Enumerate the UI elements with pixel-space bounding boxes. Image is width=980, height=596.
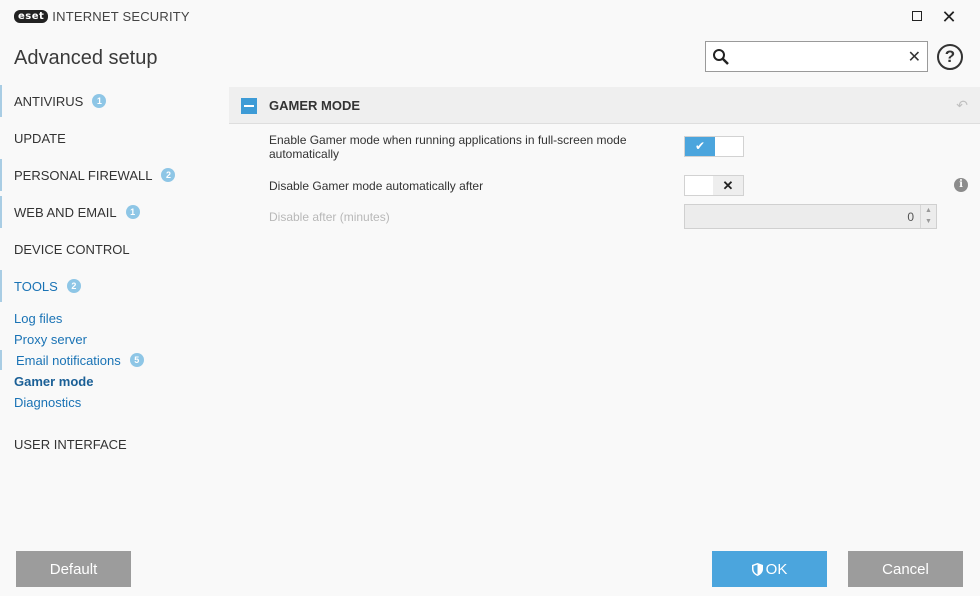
cancel-button[interactable]: Cancel: [848, 551, 963, 587]
button-label: OK: [765, 560, 788, 578]
eset-logo-badge: eset: [14, 10, 49, 23]
button-label: Default: [49, 560, 98, 578]
close-icon[interactable]: ✕: [938, 6, 960, 28]
button-label: Cancel: [882, 560, 929, 578]
maximize-icon[interactable]: [906, 6, 928, 28]
notification-badge: 1: [125, 205, 140, 219]
section-title: GAMER MODE: [269, 98, 360, 113]
sidebar-item-label: WEB AND EMAIL: [14, 204, 117, 220]
sidebar-item-web-and-email[interactable]: WEB AND EMAIL 1: [0, 196, 229, 228]
shield-icon: [751, 562, 763, 576]
enable-gamer-mode-label: Enable Gamer mode when running applicati…: [269, 133, 627, 161]
sidebar-subitem-diagnostics[interactable]: Diagnostics: [14, 392, 81, 412]
sidebar-item-label: DEVICE CONTROL: [14, 241, 130, 257]
sidebar-item-personal-firewall[interactable]: PERSONAL FIREWALL 2: [0, 159, 229, 191]
title-bar: eset INTERNET SECURITY ✕: [0, 0, 980, 34]
clear-search-icon[interactable]: ✕: [908, 47, 921, 67]
stepper-value: 0: [907, 210, 914, 224]
info-icon[interactable]: i: [954, 178, 968, 192]
disable-automatically-toggle[interactable]: ✕: [684, 175, 744, 196]
search-icon: [713, 49, 729, 65]
sidebar-item-label: PERSONAL FIREWALL: [14, 167, 153, 183]
checkmark-icon: ✔: [685, 137, 715, 156]
ok-button[interactable]: OK: [712, 551, 827, 587]
stepper-arrows-icon[interactable]: ▲ ▼: [920, 205, 936, 228]
sidebar-subitem-proxy-server[interactable]: Proxy server: [14, 329, 87, 349]
product-name: INTERNET SECURITY: [52, 9, 190, 24]
sidebar-item-label: ANTIVIRUS: [14, 93, 84, 109]
sidebar-item-label: TOOLS: [14, 278, 58, 294]
collapse-icon[interactable]: [241, 98, 257, 114]
notification-badge: 2: [66, 279, 81, 293]
disable-automatically-label: Disable Gamer mode automatically after: [269, 179, 484, 193]
sidebar-item-user-interface[interactable]: USER INTERFACE: [0, 428, 229, 460]
revert-icon[interactable]: ↶: [956, 97, 968, 114]
label-line: Enable Gamer mode when running applicati…: [269, 133, 627, 147]
app-logo: eset INTERNET SECURITY: [14, 9, 190, 24]
sidebar-subitem-label: Email notifications: [16, 352, 121, 368]
help-icon[interactable]: ?: [937, 44, 963, 70]
sidebar-subitem-label: Gamer mode: [14, 373, 94, 389]
sidebar-subitem-label: Log files: [14, 310, 63, 326]
disable-after-stepper[interactable]: 0 ▲ ▼: [684, 204, 937, 229]
sidebar-item-device-control[interactable]: DEVICE CONTROL: [0, 233, 229, 265]
sidebar-subitem-label: Diagnostics: [14, 394, 82, 410]
sidebar-item-tools[interactable]: TOOLS 2: [0, 270, 229, 302]
notification-badge: 2: [161, 168, 176, 182]
sidebar-subitem-log-files[interactable]: Log files: [14, 308, 62, 328]
sidebar-subitem-label: Proxy server: [14, 331, 87, 347]
search-input[interactable]: [734, 46, 904, 68]
sidebar-item-label: USER INTERFACE: [14, 436, 127, 452]
page-title: Advanced setup: [14, 47, 158, 69]
sidebar-subitem-email-notifications[interactable]: Email notifications 5: [0, 350, 144, 370]
search-box[interactable]: ✕: [705, 41, 928, 72]
notification-badge: 1: [92, 94, 107, 108]
cross-icon: ✕: [713, 176, 743, 195]
label-line: automatically: [269, 147, 340, 161]
enable-gamer-mode-toggle[interactable]: ✔: [684, 136, 744, 157]
notification-badge: 5: [129, 353, 144, 367]
sidebar-item-update[interactable]: UPDATE: [0, 122, 229, 154]
section-header[interactable]: GAMER MODE ↶: [229, 87, 980, 124]
default-button[interactable]: Default: [16, 551, 131, 587]
disable-after-label: Disable after (minutes): [269, 210, 390, 224]
sidebar-item-antivirus[interactable]: ANTIVIRUS 1: [0, 85, 229, 117]
sidebar-item-label: UPDATE: [14, 130, 66, 146]
sidebar-subitem-gamer-mode[interactable]: Gamer mode: [14, 371, 93, 391]
